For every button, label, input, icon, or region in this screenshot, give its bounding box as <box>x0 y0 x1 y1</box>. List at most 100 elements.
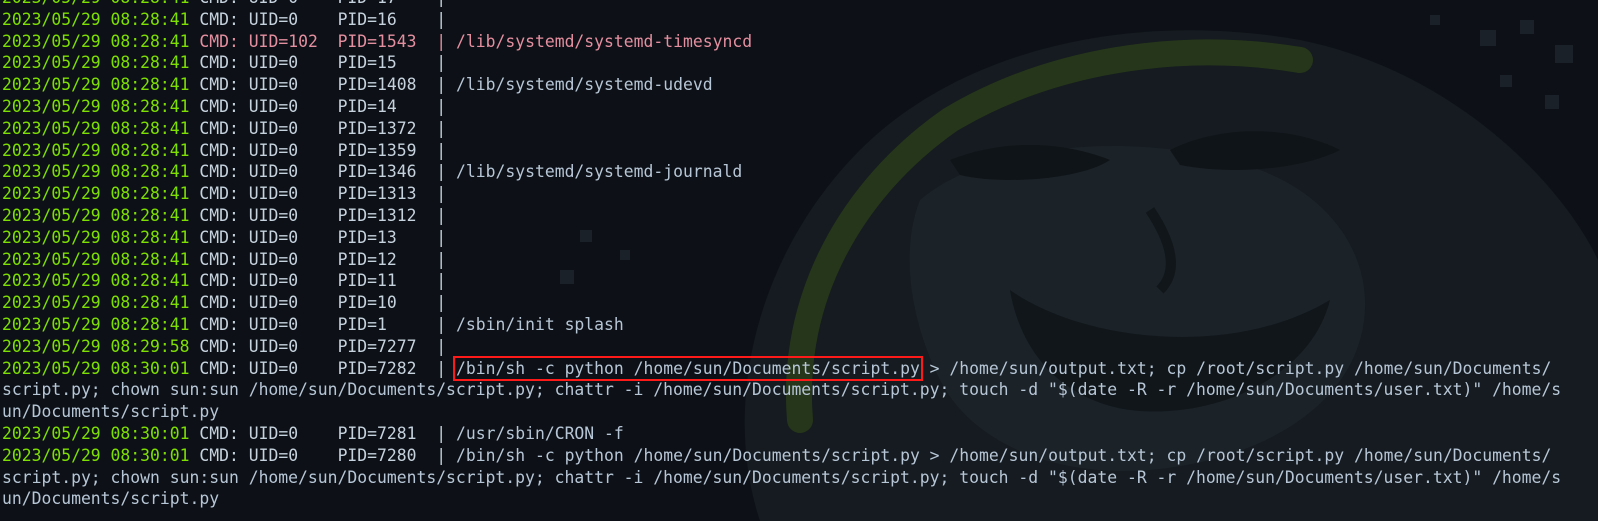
timestamp: 2023/05/29 08:28:41 <box>2 293 190 313</box>
timestamp: 2023/05/29 08:30:01 <box>2 445 190 465</box>
column-separator: | <box>436 293 447 313</box>
cmd-label: CMD: <box>199 249 239 269</box>
pid-value: PID=7280 <box>337 445 417 465</box>
cmd-label: CMD: <box>199 96 239 116</box>
timestamp: 2023/05/29 08:28:41 <box>2 184 190 204</box>
pid-value: PID=7281 <box>337 423 417 443</box>
timestamp: 2023/05/29 08:28:41 <box>2 9 190 29</box>
command-text: /sbin/init splash <box>456 314 624 334</box>
pid-value: PID=1408 <box>337 75 417 95</box>
column-separator: | <box>436 205 447 225</box>
process-line: 2023/05/29 08:28:41 CMD: UID=0 PID=1346 … <box>2 161 1596 183</box>
column-separator: | <box>436 423 447 443</box>
uid-value: UID=0 <box>248 53 318 73</box>
cmd-label: CMD: <box>199 358 239 378</box>
column-separator: | <box>436 445 447 465</box>
column-separator: | <box>436 75 447 95</box>
pid-value: PID=1346 <box>337 162 417 182</box>
command-text: /lib/systemd/systemd-journald <box>456 162 743 182</box>
pid-value: PID=1313 <box>337 184 417 204</box>
uid-value: UID=0 <box>248 162 318 182</box>
column-separator: | <box>436 336 447 356</box>
pid-value: PID=1359 <box>337 140 417 160</box>
cmd-label: CMD: <box>199 336 239 356</box>
uid-value: UID=0 <box>248 184 318 204</box>
column-separator: | <box>436 140 447 160</box>
uid-value: UID=0 <box>248 9 318 29</box>
uid-value: UID=0 <box>248 358 318 378</box>
timestamp: 2023/05/29 08:28:41 <box>2 31 190 51</box>
process-line: 2023/05/29 08:28:41 CMD: UID=0 PID=1313 … <box>2 183 1596 205</box>
wrapped-line: script.py; chown sun:sun /home/sun/Docum… <box>2 379 1596 401</box>
timestamp: 2023/05/29 08:28:41 <box>2 96 190 116</box>
timestamp: 2023/05/29 08:30:01 <box>2 423 190 443</box>
wrapped-line: un/Documents/script.py <box>2 488 1596 510</box>
pid-value: PID=1 <box>337 314 417 334</box>
process-line: 2023/05/29 08:29:58 CMD: UID=0 PID=7277 … <box>2 336 1596 358</box>
process-line: 2023/05/29 08:28:41 CMD: UID=0 PID=11 | <box>2 270 1596 292</box>
pid-value: PID=16 <box>337 9 417 29</box>
column-separator: | <box>436 53 447 73</box>
command-text: /bin/sh -c python /home/sun/Documents/sc… <box>456 445 1552 465</box>
timestamp: 2023/05/29 08:28:41 <box>2 75 190 95</box>
pid-value: PID=12 <box>337 249 417 269</box>
process-line: 2023/05/29 08:28:41 CMD: UID=0 PID=10 | <box>2 292 1596 314</box>
cmd-label: CMD: <box>199 118 239 138</box>
uid-value: UID=0 <box>248 271 318 291</box>
timestamp: 2023/05/29 08:28:41 <box>2 249 190 269</box>
uid-value: UID=0 <box>248 336 318 356</box>
cmd-label: CMD: <box>199 9 239 29</box>
uid-value: UID=0 <box>248 314 318 334</box>
timestamp: 2023/05/29 08:28:41 <box>2 140 190 160</box>
cmd-label: CMD: <box>199 140 239 160</box>
column-separator: | <box>436 184 447 204</box>
timestamp: 2023/05/29 08:28:41 <box>2 227 190 247</box>
cmd-label: CMD: <box>199 31 239 51</box>
pid-value: PID=14 <box>337 96 417 116</box>
pid-value: PID=1372 <box>337 118 417 138</box>
wrapped-line: script.py; chown sun:sun /home/sun/Docum… <box>2 467 1596 489</box>
cmd-label: CMD: <box>199 445 239 465</box>
uid-value: UID=0 <box>248 445 318 465</box>
column-separator: | <box>436 0 446 7</box>
column-separator: | <box>436 227 447 247</box>
highlighted-command: /bin/sh -c python /home/sun/Documents/sc… <box>453 355 923 381</box>
pid-value: PID=7282 <box>337 358 417 378</box>
cmd-label: CMD: <box>199 423 239 443</box>
process-line: 2023/05/29 08:28:41 CMD: UID=0 PID=17 | <box>2 0 1596 9</box>
column-separator: | <box>436 118 447 138</box>
column-separator: | <box>436 249 447 269</box>
process-line: 2023/05/29 08:28:41 CMD: UID=0 PID=1372 … <box>2 118 1596 140</box>
cmd-label: CMD: <box>199 227 239 247</box>
cmd-label: CMD: <box>199 271 239 291</box>
column-separator: | <box>436 358 447 378</box>
column-separator: | <box>436 31 447 51</box>
process-line: 2023/05/29 08:28:41 CMD: UID=0 PID=1408 … <box>2 74 1596 96</box>
cmd-label: CMD: <box>199 293 239 313</box>
column-separator: | <box>436 96 447 116</box>
uid-value: UID=0 <box>248 96 318 116</box>
process-line: 2023/05/29 08:28:41 CMD: UID=102 PID=154… <box>2 31 1596 53</box>
timestamp: 2023/05/29 08:28:41 <box>2 205 190 225</box>
cmd-label: CMD: <box>199 162 239 182</box>
process-line: 2023/05/29 08:30:01 CMD: UID=0 PID=7282 … <box>2 355 1596 381</box>
timestamp: 2023/05/29 08:28:41 <box>2 53 190 73</box>
process-line: 2023/05/29 08:28:41 CMD: UID=0 PID=15 | <box>2 52 1596 74</box>
timestamp: 2023/05/29 08:28:41 <box>2 271 190 291</box>
uid-value: UID=102 <box>248 31 318 51</box>
uid-value: UID=0 <box>248 75 318 95</box>
uid-value: UID=0 <box>248 140 318 160</box>
wrapped-command-text: script.py; chown sun:sun /home/sun/Docum… <box>2 380 1562 400</box>
timestamp: 2023/05/29 08:30:01 <box>2 358 190 378</box>
uid-value: UID=0 <box>248 118 318 138</box>
process-line: 2023/05/29 08:30:01 CMD: UID=0 PID=7281 … <box>2 423 1596 445</box>
pid-value: PID=1543 <box>337 31 417 51</box>
timestamp: 2023/05/29 08:29:58 <box>2 336 190 356</box>
process-line: 2023/05/29 08:28:41 CMD: UID=0 PID=13 | <box>2 227 1596 249</box>
cmd-label: CMD: <box>199 53 239 73</box>
cmd-label: CMD: <box>199 314 239 334</box>
pid-value: PID=1312 <box>337 205 417 225</box>
timestamp: 2023/05/29 08:28:41 <box>2 0 190 7</box>
pid-value: PID=17 <box>338 0 417 7</box>
timestamp: 2023/05/29 08:28:41 <box>2 162 190 182</box>
